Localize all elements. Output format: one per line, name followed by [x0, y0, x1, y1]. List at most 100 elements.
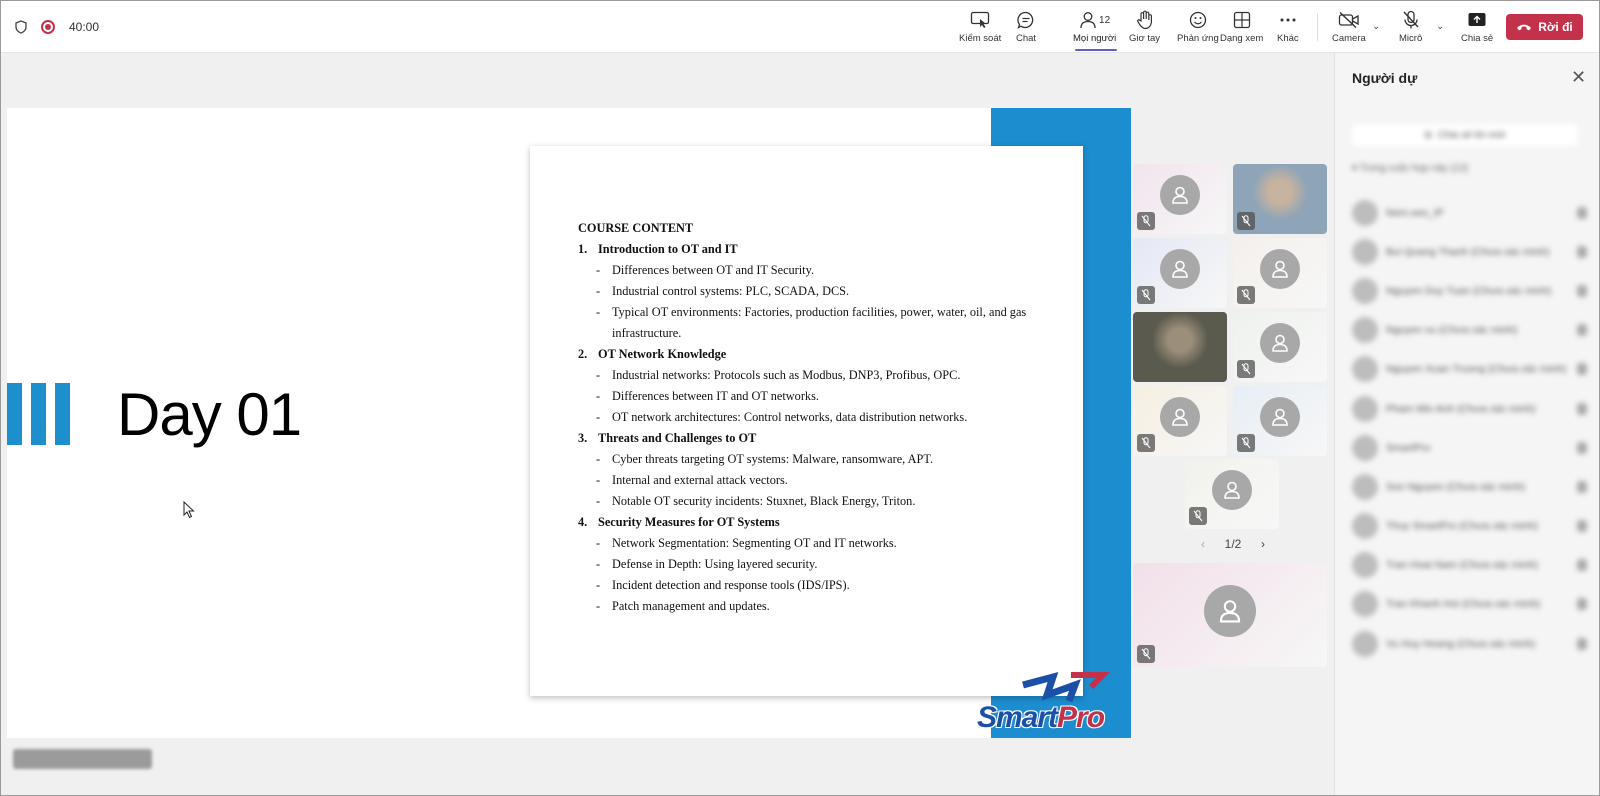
- view-button[interactable]: Dạng xem: [1220, 9, 1263, 44]
- close-icon[interactable]: ✕: [1571, 67, 1586, 88]
- camera-button[interactable]: Camera: [1332, 9, 1366, 44]
- people-active-indicator: [1075, 49, 1117, 51]
- share-invite-button[interactable]: ⧉ Chia sẻ lời mời: [1352, 124, 1578, 146]
- gallery-pager: ‹ 1/2 ›: [1201, 537, 1265, 551]
- mic-off-icon: [1403, 10, 1419, 29]
- mic-off-icon: [1577, 637, 1587, 650]
- react-button[interactable]: Phản ứng: [1177, 9, 1219, 44]
- avatar: [1352, 317, 1378, 344]
- camera-options-chevron-icon[interactable]: ⌄: [1372, 21, 1380, 32]
- document-section-title: 3. Threats and Challenges to OT: [578, 428, 1058, 449]
- participant-video-tile[interactable]: [1233, 164, 1327, 234]
- raise-hand-label: Giơ tay: [1129, 33, 1161, 44]
- avatar: [1352, 473, 1378, 500]
- gallery-prev-chevron-icon[interactable]: ‹: [1201, 537, 1205, 551]
- participant-tile[interactable]: [1133, 386, 1227, 456]
- avatar: [1352, 630, 1378, 657]
- bullet-dash: -: [596, 263, 601, 277]
- share-invite-icon: ⧉: [1424, 129, 1432, 141]
- section-number: 3.: [578, 431, 588, 445]
- bullet-dash: -: [596, 578, 601, 592]
- bullet-text: Defense in Depth: Using layered security…: [612, 557, 818, 571]
- participant-tile[interactable]: [1233, 386, 1327, 456]
- leave-button[interactable]: Rời đi: [1506, 14, 1583, 40]
- bullet-text: OT network architectures: Control networ…: [612, 410, 968, 424]
- document-bullet: - Cyber threats targeting OT systems: Mal…: [578, 449, 1058, 470]
- participant-tile[interactable]: [1233, 312, 1327, 382]
- participant-tile[interactable]: [1185, 459, 1279, 529]
- participant-row[interactable]: Tran Khanh Hoi (Chưa xác minh): [1352, 585, 1587, 624]
- people-label: Mọi người: [1073, 33, 1117, 44]
- bullet-dash: -: [596, 368, 601, 382]
- bullet-text: Patch management and updates.: [612, 599, 770, 613]
- mic-options-chevron-icon[interactable]: ⌄: [1436, 21, 1444, 32]
- mic-button[interactable]: Micrô: [1399, 9, 1422, 44]
- avatar: [1352, 395, 1378, 422]
- share-label: Chia sẻ: [1461, 33, 1494, 44]
- muted-mic-icon: [1189, 507, 1207, 525]
- participant-row[interactable]: Nguyen Duy Tuan (Chưa xác minh): [1352, 271, 1587, 310]
- document-bullet: - Notable OT security incidents: Stuxnet,…: [578, 491, 1058, 512]
- bullet-text: Industrial networks: Protocols such as M…: [612, 368, 961, 382]
- people-button[interactable]: 12 Mọi người: [1073, 9, 1116, 44]
- participants-group-header[interactable]: ▾ Trong cuộc họp này (12): [1352, 163, 1468, 174]
- participant-row[interactable]: Thuy SmartPro (Chưa xác minh): [1352, 507, 1587, 546]
- participant-name: SmartPro: [1386, 441, 1431, 454]
- participant-row[interactable]: Son Nguyen (Chưa xác minh): [1352, 467, 1587, 506]
- meeting-window: 40:00 Kiểm soát Chat 12 Mọi người Giơ ta…: [0, 0, 1600, 796]
- mic-off-icon: [1577, 402, 1587, 415]
- gallery-page-indicator: 1/2: [1224, 537, 1242, 551]
- raise-hand-icon: [1136, 10, 1152, 30]
- mic-off-icon: [1577, 441, 1587, 454]
- toolbar-divider: [1317, 13, 1318, 41]
- default-avatar-icon: [1204, 585, 1256, 637]
- presentation-slide: Day 01 COURSE CONTENT 1. Introduction to …: [7, 108, 1131, 738]
- participant-row[interactable]: SmartPro: [1352, 428, 1587, 467]
- raise-hand-button[interactable]: Giơ tay: [1129, 9, 1160, 44]
- default-avatar-icon: [1160, 397, 1200, 437]
- participant-row[interactable]: Bui Quang Thanh (Chưa xác minh): [1352, 232, 1587, 271]
- chat-button[interactable]: Chat: [1016, 9, 1036, 44]
- control-button[interactable]: Kiểm soát: [959, 9, 1001, 44]
- bullet-dash: -: [596, 473, 601, 487]
- bullet-dash: -: [596, 305, 601, 319]
- mic-off-icon: [1577, 520, 1587, 533]
- section-title: OT Network Knowledge: [598, 347, 727, 361]
- participant-row[interactable]: Nguyen vu (Chưa xác minh): [1352, 311, 1587, 350]
- participant-row[interactable]: Nguyen Xuan Truong (Chưa xác minh): [1352, 350, 1587, 389]
- meeting-toolbar: 40:00 Kiểm soát Chat 12 Mọi người Giơ ta…: [1, 1, 1599, 53]
- participant-row[interactable]: Tran Hoai Nam (Chưa xác minh): [1352, 546, 1587, 585]
- more-button[interactable]: Khác: [1277, 9, 1299, 44]
- participant-row[interactable]: Nem.seo_IP: [1352, 193, 1587, 232]
- document-bullet: - Typical OT environments: Factories, pro…: [578, 302, 1058, 344]
- recording-icon: [41, 20, 55, 34]
- participants-group-label: Trong cuộc họp này (12): [1359, 163, 1469, 174]
- bullet-dash: -: [596, 599, 601, 613]
- document-bullet: - OT network architectures: Control netwo…: [578, 407, 1058, 428]
- mic-off-icon: [1577, 206, 1587, 219]
- mic-off-icon: [1577, 245, 1587, 258]
- slide-decor-bars: [7, 383, 70, 445]
- participant-tile[interactable]: [1133, 563, 1327, 667]
- bullet-dash: -: [596, 389, 601, 403]
- participant-row[interactable]: Vu Huy Hoang (Chưa xác minh): [1352, 624, 1587, 663]
- participant-tile[interactable]: [1133, 164, 1227, 234]
- participant-video-tile[interactable]: [1133, 312, 1227, 382]
- participant-name: Bui Quang Thanh (Chưa xác minh): [1386, 245, 1550, 258]
- bullet-text: Industrial control systems: PLC, SCADA, …: [612, 284, 850, 298]
- document-section-title: 1. Introduction to OT and IT: [578, 239, 1058, 260]
- document-bullet: - Differences between OT and IT Security.: [578, 260, 1058, 281]
- default-avatar-icon: [1260, 323, 1300, 363]
- camera-label: Camera: [1332, 33, 1366, 44]
- participant-tile[interactable]: [1133, 238, 1227, 308]
- more-label: Khác: [1277, 33, 1299, 44]
- default-avatar-icon: [1260, 397, 1300, 437]
- document-body: COURSE CONTENT 1. Introduction to OT and …: [578, 218, 1058, 617]
- gallery-next-chevron-icon[interactable]: ›: [1261, 537, 1265, 551]
- mic-label: Micrô: [1399, 33, 1423, 44]
- control-label: Kiểm soát: [959, 33, 1002, 44]
- share-button[interactable]: Chia sẻ: [1461, 9, 1493, 44]
- participant-tile[interactable]: [1233, 238, 1327, 308]
- mic-off-icon: [1577, 480, 1587, 493]
- participant-row[interactable]: Pham Min Anh (Chưa xác minh): [1352, 389, 1587, 428]
